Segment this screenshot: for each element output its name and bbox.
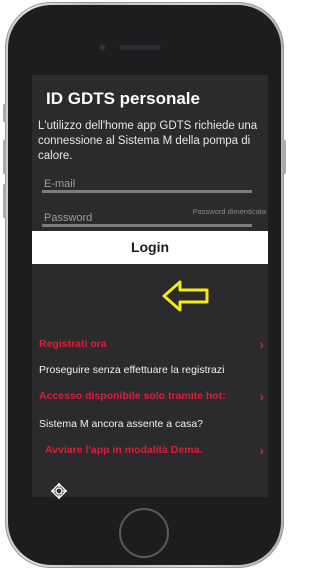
email-field[interactable]: E-mail xyxy=(42,175,252,193)
forgot-password-link[interactable]: Password dimenticata xyxy=(193,207,266,216)
chevron-right-icon: › xyxy=(259,442,264,458)
app-screen: ID GDTS personale L'utilizzo dell'home a… xyxy=(32,75,268,497)
system-absent-item[interactable]: Sistema M ancora assente a casa? xyxy=(32,413,268,435)
demo-mode-label: Avviare l'app in modalità Dema. xyxy=(45,444,203,456)
home-button[interactable] xyxy=(119,508,169,558)
earpiece-speaker xyxy=(119,45,161,50)
brand-logo-icon xyxy=(50,482,68,500)
hotspot-access-label: Accesso disponibile solo tramite hot: xyxy=(39,390,226,402)
phone-volume-up xyxy=(3,140,6,174)
login-button[interactable]: Login xyxy=(32,231,268,264)
phone-power-button xyxy=(283,140,286,174)
yellow-left-arrow-icon xyxy=(162,280,209,312)
page-title: ID GDTS personale xyxy=(46,89,200,108)
register-now-item[interactable]: Registrati ora › xyxy=(32,333,268,355)
intro-text: L'utilizzo dell'home app GDTS richiede u… xyxy=(38,120,258,162)
chevron-right-icon: › xyxy=(259,336,264,352)
register-now-label: Registrati ora xyxy=(39,338,107,350)
phone-mute-switch xyxy=(3,104,6,122)
front-camera xyxy=(99,44,106,51)
continue-without-registration-label: Proseguire senza effettuare la registraz… xyxy=(39,364,225,376)
system-absent-label: Sistema M ancora assente a casa? xyxy=(39,418,204,430)
continue-without-registration-item[interactable]: Proseguire senza effettuare la registraz… xyxy=(32,359,268,381)
phone-volume-down xyxy=(3,184,6,218)
chevron-right-icon: › xyxy=(259,388,264,404)
demo-mode-item[interactable]: Avviare l'app in modalità Dema. › xyxy=(32,439,268,461)
hotspot-access-item[interactable]: Accesso disponibile solo tramite hot: › xyxy=(32,385,268,407)
